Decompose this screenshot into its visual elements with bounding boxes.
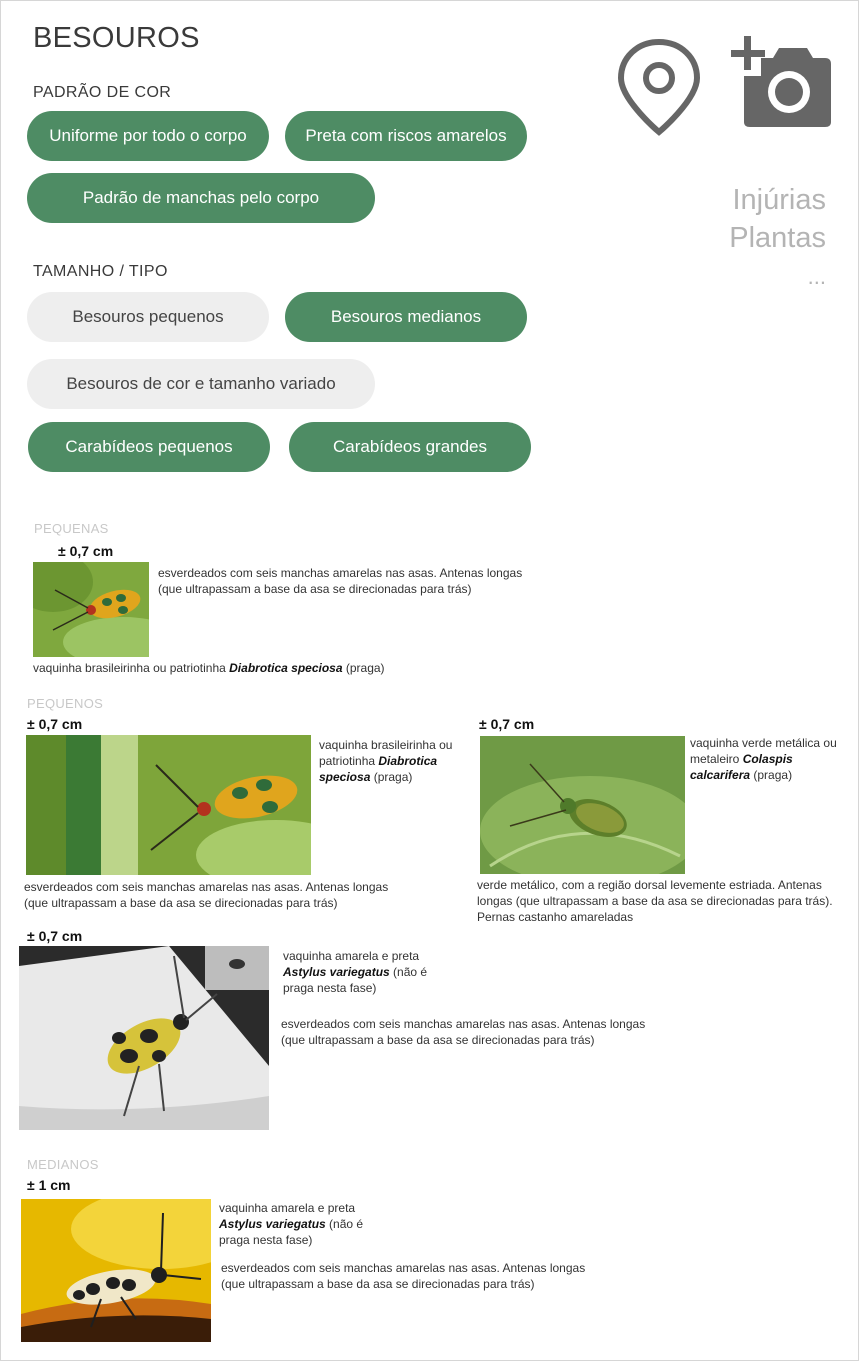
chip-cor-tamanho-variado[interactable]: Besouros de cor e tamanho variado: [27, 359, 375, 409]
species-name: vaquinha amarela e preta Astylus variega…: [283, 949, 428, 995]
beetle-photo-astylus-medium[interactable]: [21, 1199, 211, 1342]
side-menu-injurias[interactable]: Injúrias: [733, 184, 827, 217]
size-type-label: TAMANHO / TIPO: [33, 263, 168, 280]
species-name: vaquinha brasileirinha ou patriotinha Di…: [33, 661, 385, 675]
description-text: esverdeados com seis manchas amarelas na…: [221, 1261, 586, 1291]
chip-preta-riscos[interactable]: Preta com riscos amarelos: [285, 111, 527, 161]
side-menu-plantas[interactable]: Plantas: [729, 222, 826, 255]
size-label: ± 0,7 cm: [479, 716, 535, 732]
add-photo-icon[interactable]: [731, 36, 832, 128]
chip-carabideos-grandes[interactable]: Carabídeos grandes: [289, 422, 531, 472]
chip-padrao-manchas[interactable]: Padrão de manchas pelo corpo: [27, 173, 375, 223]
description-text: esverdeados com seis manchas amarelas na…: [24, 880, 389, 910]
chip-carabideos-pequenos[interactable]: Carabídeos pequenos: [28, 422, 270, 472]
page-title: BESOUROS: [33, 22, 200, 54]
size-label: ± 0,7 cm: [58, 543, 114, 559]
section-heading-medianos: MEDIANOS: [27, 1157, 99, 1172]
description-text: esverdeados com seis manchas amarelas na…: [158, 566, 523, 596]
species-name: vaquinha verde metálica ou metaleiro Col…: [690, 736, 837, 782]
size-label: ± 0,7 cm: [27, 716, 83, 732]
map-pin-icon[interactable]: [617, 38, 701, 136]
section-heading-pequenas: PEQUENAS: [34, 521, 109, 536]
beetle-photo-diabrotica-large[interactable]: [26, 735, 311, 875]
description-text: esverdeados com seis manchas amarelas na…: [281, 1017, 646, 1047]
chip-besouros-medianos[interactable]: Besouros medianos: [285, 292, 527, 342]
size-label: ± 0,7 cm: [27, 928, 83, 944]
side-menu-more[interactable]: ...: [808, 264, 826, 290]
species-name: vaquinha brasileirinha ou patriotinha Di…: [319, 738, 453, 784]
color-pattern-label: PADRÃO DE COR: [33, 84, 172, 101]
description-text: verde metálico, com a região dorsal leve…: [477, 878, 833, 924]
chip-uniforme[interactable]: Uniforme por todo o corpo: [27, 111, 269, 161]
beetle-photo-colaspis[interactable]: [480, 736, 685, 874]
size-label: ± 1 cm: [27, 1177, 71, 1193]
beetle-photo-astylus[interactable]: [19, 946, 269, 1130]
section-heading-pequenos: PEQUENOS: [27, 696, 104, 711]
chip-besouros-pequenos[interactable]: Besouros pequenos: [27, 292, 269, 342]
species-name: vaquinha amarela e preta Astylus variega…: [219, 1201, 364, 1247]
beetle-photo-diabrotica[interactable]: [33, 562, 149, 657]
